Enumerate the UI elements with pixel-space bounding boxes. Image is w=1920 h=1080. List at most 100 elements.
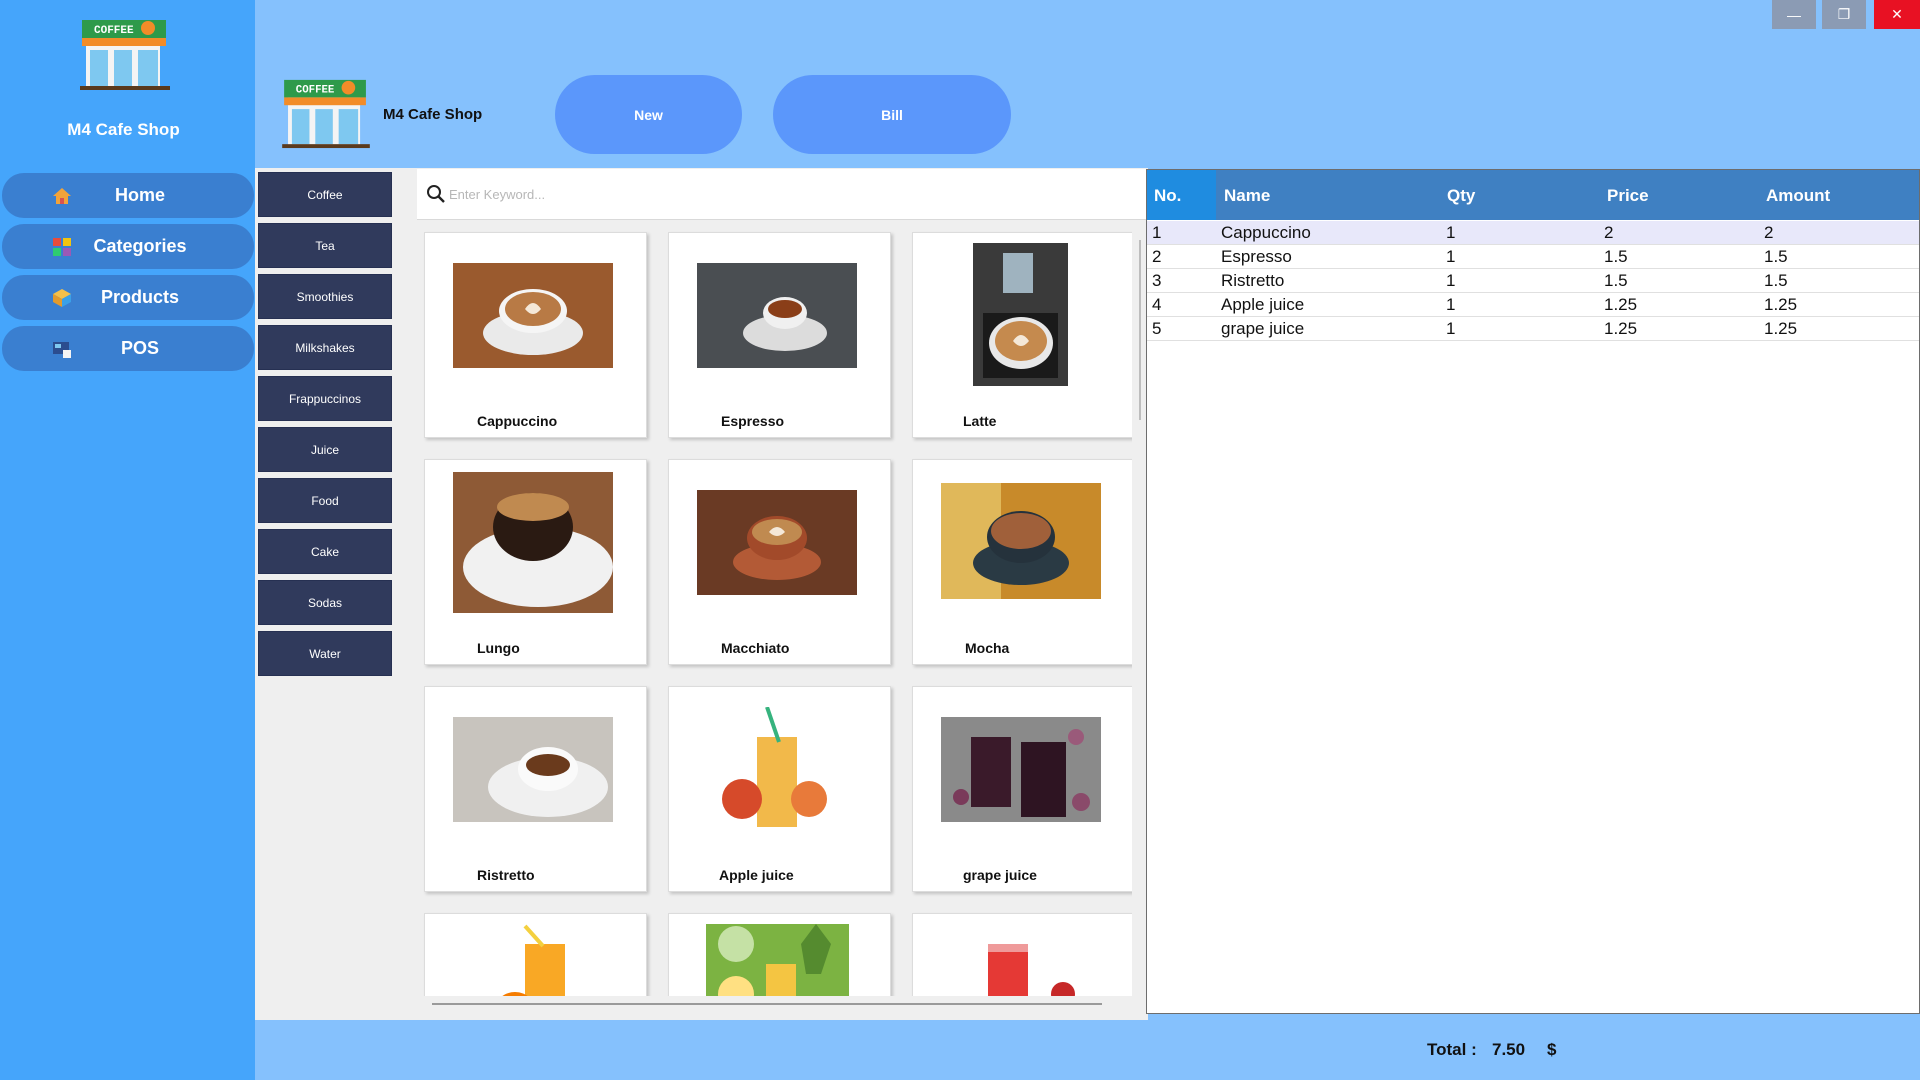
cell-amount: 1.5 [1764, 247, 1788, 266]
category-sodas[interactable]: Sodas [258, 580, 392, 625]
cell-amount: 2 [1764, 223, 1774, 242]
cell-price: 1.25 [1604, 319, 1638, 338]
category-water[interactable]: Water [258, 631, 392, 676]
search-icon [426, 184, 446, 209]
category-juice[interactable]: Juice [258, 427, 392, 472]
col-no-header[interactable]: No. [1154, 186, 1181, 206]
apple-juice-image [697, 707, 857, 832]
bill-button[interactable]: Bill [773, 75, 1011, 154]
cell-amount: 1.5 [1764, 271, 1788, 290]
cell-name: Cappuccino [1221, 223, 1311, 242]
total-label: Total : [1427, 1040, 1477, 1059]
nav-home-button[interactable]: Home [2, 173, 254, 218]
orange-juice-image [485, 924, 585, 996]
minimize-button[interactable]: — [1772, 0, 1816, 29]
cell-qty: 1 [1446, 223, 1456, 242]
col-amount-header[interactable]: Amount [1766, 186, 1830, 206]
header-title: M4 Cafe Shop [383, 106, 483, 123]
cell-price: 1.5 [1604, 247, 1628, 266]
restore-icon: ❐ [1837, 6, 1851, 22]
sidebar-brand: COFFEE M4 Cafe Shop [0, 0, 255, 160]
cell-name: grape juice [1221, 319, 1305, 338]
cell-name: Ristretto [1221, 271, 1285, 290]
category-tea[interactable]: Tea [258, 223, 392, 268]
search-bar [417, 169, 1147, 220]
product-card-latte[interactable]: Latte [912, 232, 1132, 438]
coffee-shop-logo: COFFEE [80, 16, 170, 97]
product-grid-vertical-scrollbar[interactable] [1139, 240, 1141, 420]
category-frappuccinos[interactable]: Frappuccinos [258, 376, 392, 421]
nav-categories-button[interactable]: Categories [2, 224, 254, 269]
table-row[interactable]: 1 Cappuccino 1 2 2 [1147, 221, 1919, 245]
table-row[interactable]: 3 Ristretto 1 1.5 1.5 [1147, 269, 1919, 293]
product-card-ristretto[interactable]: Ristretto [424, 686, 647, 892]
minimize-icon: — [1787, 6, 1801, 23]
tomato-juice-image [963, 924, 1083, 996]
latte-image [973, 243, 1068, 386]
product-name: Ristretto [477, 867, 535, 883]
table-row[interactable]: 2 Espresso 1 1.5 1.5 [1147, 245, 1919, 269]
cell-price: 1.25 [1604, 295, 1638, 314]
product-name: grape juice [963, 867, 1037, 883]
product-card-tomato-juice[interactable] [912, 913, 1132, 996]
table-row[interactable]: 4 Apple juice 1 1.25 1.25 [1147, 293, 1919, 317]
close-icon: ✕ [1891, 6, 1903, 22]
product-card-lungo[interactable]: Lungo [424, 459, 647, 665]
product-card-orange-juice[interactable] [424, 913, 647, 996]
nav-home-label: Home [114, 185, 165, 205]
product-card-pineapple-juice[interactable] [668, 913, 891, 996]
product-name: Cappuccino [477, 413, 558, 429]
col-name-header[interactable]: Name [1224, 186, 1270, 206]
footer-bar [255, 1020, 1920, 1080]
order-table-header: No. Name Qty Price Amount [1147, 170, 1919, 220]
product-name: Mocha [965, 640, 1010, 656]
category-cake[interactable]: Cake [258, 529, 392, 574]
cell-amount: 1.25 [1764, 319, 1798, 338]
nav-pos-label: POS [120, 338, 159, 358]
product-card-apple-juice[interactable]: Apple juice [668, 686, 891, 892]
product-name: Apple juice [719, 867, 794, 883]
nav-products-button[interactable]: Products [2, 275, 254, 320]
header-logo: COFFEE [281, 76, 371, 155]
ristretto-image [453, 717, 613, 822]
product-grid-horizontal-scrollbar[interactable] [432, 1003, 1102, 1005]
category-smoothies[interactable]: Smoothies [258, 274, 392, 319]
product-card-mocha[interactable]: Mocha [912, 459, 1132, 665]
product-card-espresso[interactable]: Espresso [668, 232, 891, 438]
search-input[interactable] [449, 181, 1129, 207]
app-title: M4 Cafe Shop [67, 120, 180, 139]
cell-price: 1.5 [1604, 271, 1628, 290]
svg-text:COFFEE: COFFEE [296, 85, 335, 97]
nav-products-label: Products [100, 287, 179, 307]
nav-pos-button[interactable]: POS [2, 326, 254, 371]
category-food[interactable]: Food [258, 478, 392, 523]
table-row[interactable]: 5 grape juice 1 1.25 1.25 [1147, 317, 1919, 341]
cappuccino-image [453, 263, 613, 368]
col-price-header[interactable]: Price [1607, 186, 1649, 206]
product-card-macchiato[interactable]: Macchiato [668, 459, 891, 665]
product-name: Macchiato [721, 640, 790, 656]
new-button[interactable]: New [555, 75, 742, 154]
cell-amount: 1.25 [1764, 295, 1798, 314]
cell-price: 2 [1604, 223, 1614, 242]
espresso-image [697, 263, 857, 368]
order-table: No. Name Qty Price Amount 1 Cappuccino 1… [1146, 169, 1920, 1014]
col-qty-header[interactable]: Qty [1447, 186, 1475, 206]
grape-juice-image [941, 717, 1101, 822]
mocha-image [941, 483, 1101, 599]
restore-button[interactable]: ❐ [1822, 0, 1866, 29]
close-button[interactable]: ✕ [1874, 0, 1920, 29]
cell-qty: 1 [1446, 295, 1456, 314]
product-card-grape-juice[interactable]: grape juice [912, 686, 1132, 892]
product-name: Lungo [477, 640, 520, 656]
nav-categories-label: Categories [93, 236, 187, 256]
cell-name: Espresso [1221, 247, 1292, 266]
product-name: Espresso [721, 413, 785, 429]
product-card-cappuccino[interactable]: Cappuccino [424, 232, 647, 438]
category-milkshakes[interactable]: Milkshakes [258, 325, 392, 370]
cell-no: 3 [1152, 271, 1162, 290]
category-coffee[interactable]: Coffee [258, 172, 392, 217]
currency-symbol: $ [1547, 1040, 1557, 1059]
svg-text:COFFEE: COFFEE [94, 25, 134, 37]
macchiato-image [697, 490, 857, 595]
